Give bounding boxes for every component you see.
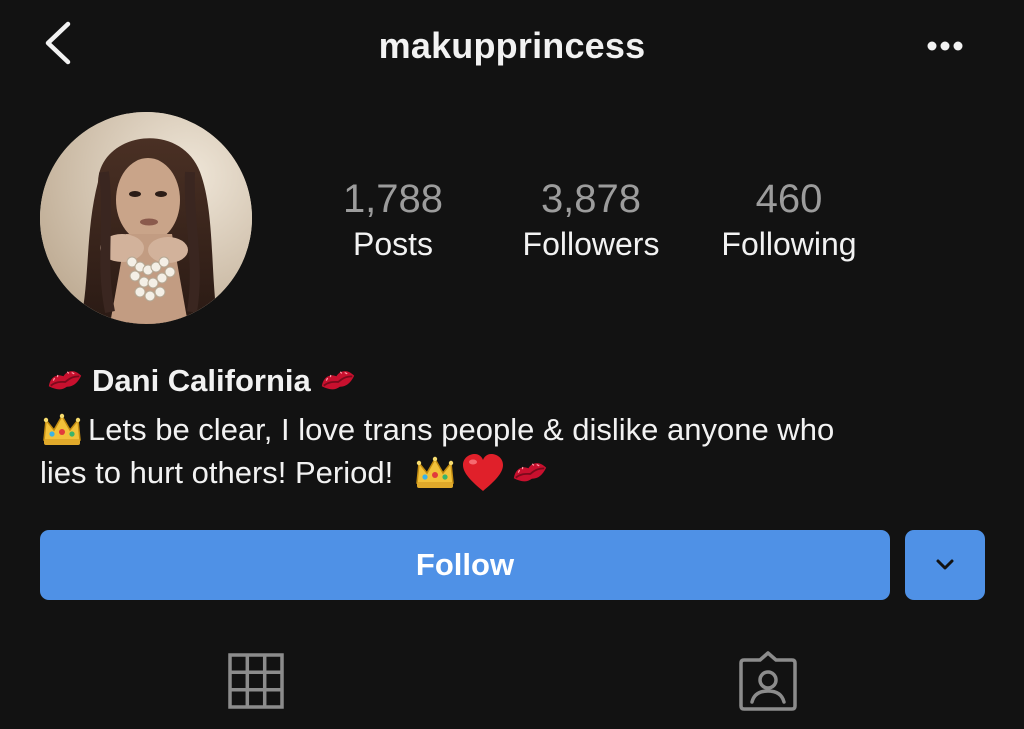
kiss-mark-icon [514, 462, 547, 481]
bio-text-line-2: lies to hurt others! Period! [40, 455, 394, 490]
profile-display-name: Dani California [92, 363, 311, 398]
following-label: Following [721, 226, 857, 262]
more-options-button[interactable] [920, 30, 970, 60]
followers-count: 3,878 [540, 177, 642, 221]
profile-username: makupprincess [378, 25, 646, 66]
following-count: 460 [755, 177, 823, 221]
followers-label: Followers [522, 226, 660, 262]
bio-text-line-1: Lets be clear, I love trans people & dis… [88, 412, 835, 447]
red-heart-icon [463, 453, 504, 491]
followers-stat[interactable]: 3,878 Followers [501, 176, 681, 266]
follow-button[interactable]: Follow [40, 530, 890, 600]
kiss-mark-icon [48, 371, 82, 390]
posts-count: 1,788 [342, 177, 444, 221]
posts-stat[interactable]: 1,788 Posts [303, 176, 483, 266]
following-stat[interactable]: 460 Following [699, 176, 879, 266]
crown-icon [416, 456, 455, 488]
header-bar: makupprincess [0, 0, 1024, 92]
chevron-down-icon [936, 559, 954, 570]
profile-stats: 1,788 Posts 3,878 Followers 460 Followin… [0, 176, 1024, 276]
bio-line-1: Lets be clear, I love trans people & dis… [40, 408, 990, 451]
tagged-photos-icon [739, 651, 797, 711]
kiss-mark-icon [321, 371, 354, 390]
crown-icon [43, 413, 81, 445]
suggested-accounts-dropdown-button[interactable] [905, 530, 985, 600]
more-horizontal-icon [927, 41, 963, 51]
posts-label: Posts [352, 226, 434, 262]
tab-grid-posts[interactable] [224, 648, 288, 714]
grid-icon [228, 653, 284, 709]
profile-name-line: Dani California [44, 363, 359, 399]
tab-tagged-photos[interactable] [736, 648, 800, 714]
profile-bio: Lets be clear, I love trans people & dis… [40, 408, 990, 494]
follow-button-label: Follow [415, 547, 515, 582]
bio-line-2: lies to hurt others! Period! [40, 451, 990, 494]
